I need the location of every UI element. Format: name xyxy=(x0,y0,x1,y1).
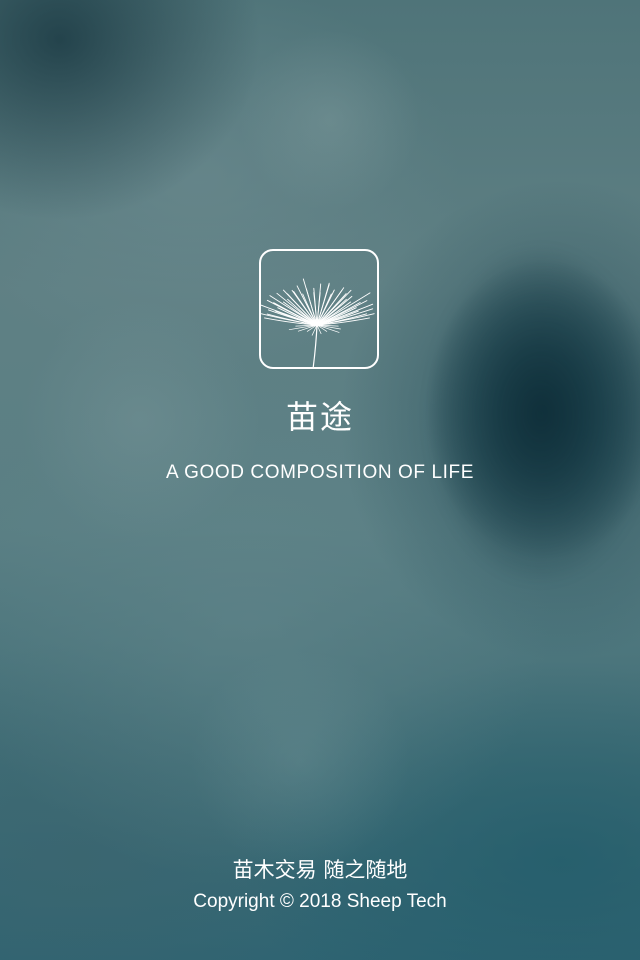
tagline: A GOOD COMPOSITION OF LIFE xyxy=(165,462,475,483)
copyright: Copyright © 2018 Sheep Tech xyxy=(193,891,447,912)
app-name: 苗途 xyxy=(285,398,354,436)
app-logo xyxy=(259,249,379,369)
slogan: 苗木交易 随之随地 xyxy=(232,858,408,882)
splash-screen: 苗途 A GOOD COMPOSITION OF LIFE 苗木交易 随之随地 … xyxy=(0,0,640,960)
